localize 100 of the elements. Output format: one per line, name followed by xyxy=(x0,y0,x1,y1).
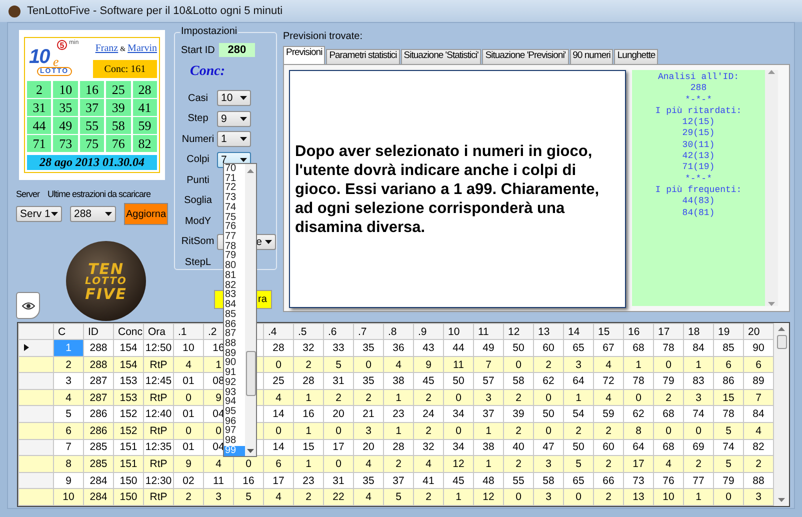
table-cell: 4 xyxy=(414,456,444,472)
table-cell: 3 xyxy=(54,372,84,390)
tab[interactable]: Situazione 'Statistici' xyxy=(400,49,482,64)
draw-date: 28 ago 2013 01.30.04 xyxy=(27,155,157,170)
dropdown-option[interactable]: 84 xyxy=(224,300,245,310)
dropdown-option[interactable]: 79 xyxy=(224,251,245,262)
table-cell: 79 xyxy=(654,372,684,390)
dropdown-option[interactable]: 82 xyxy=(224,280,245,290)
app-icon xyxy=(8,4,21,18)
table-cell: 4 xyxy=(354,456,384,472)
caret-icon xyxy=(240,116,247,121)
column-header: .7 xyxy=(354,324,384,340)
dropdown-option[interactable]: 71 xyxy=(224,174,245,184)
select-box[interactable]: 10 xyxy=(217,90,251,106)
select-box[interactable]: 9 xyxy=(217,110,251,127)
dropdown-option[interactable]: 74 xyxy=(224,202,245,213)
number-cell: 28 xyxy=(132,81,157,98)
table-cell: 0 xyxy=(264,422,294,440)
table-cell: 25 xyxy=(264,372,294,390)
column-header: .8 xyxy=(384,324,414,340)
table-cell: 0 xyxy=(654,356,684,373)
table-cell: 38 xyxy=(384,372,414,390)
table-cell: 0 xyxy=(624,389,654,406)
server-select[interactable]: Serv 1 xyxy=(16,206,62,222)
table-cell: 12:50 xyxy=(144,340,174,356)
tab[interactable]: 90 numeri xyxy=(570,49,614,64)
field-label: Start ID xyxy=(181,44,215,56)
table-cell: 1 xyxy=(564,389,594,406)
number-cell: 59 xyxy=(132,117,157,134)
table-cell: 7 xyxy=(474,356,504,373)
analysis-line: 12(15) xyxy=(682,117,715,128)
view-button[interactable] xyxy=(16,292,40,319)
table-cell: 3 xyxy=(534,456,564,472)
table-cell: 4 xyxy=(174,356,204,373)
section-heading: Conc: xyxy=(190,64,226,80)
dropdown-option[interactable]: 80 xyxy=(224,261,245,271)
draws-select[interactable]: 288 xyxy=(70,206,116,222)
table-cell: 9 xyxy=(414,356,444,373)
caret-icon xyxy=(265,240,272,244)
number-cell: 41 xyxy=(132,99,157,116)
table-cell: 8 xyxy=(624,422,654,440)
tab[interactable]: Lunghette xyxy=(614,49,658,64)
table-cell: 28 xyxy=(294,372,324,390)
tab[interactable]: Situazione 'Previsioni' xyxy=(482,49,569,64)
column-header: .1 xyxy=(174,324,204,340)
table-cell: 64 xyxy=(564,372,594,390)
logo-badge: 5 xyxy=(57,40,67,50)
scroll-thumb[interactable] xyxy=(776,335,787,349)
scroll-up-icon xyxy=(778,327,786,331)
column-header: 15 xyxy=(594,324,624,340)
table-cell: 2 xyxy=(684,456,714,472)
table-cell: 1 xyxy=(684,488,714,506)
dropdown-option[interactable]: 75 xyxy=(224,212,245,222)
dropdown-option[interactable]: 81 xyxy=(224,270,245,281)
number-cell: 16 xyxy=(80,81,104,98)
eye-icon xyxy=(22,302,34,310)
table-cell: 4 xyxy=(594,356,624,373)
table-cell: RtP xyxy=(144,356,174,373)
table-cell: 13 xyxy=(624,488,654,506)
table-cell: 10 xyxy=(174,340,204,356)
start-id-field[interactable]: 280 xyxy=(218,43,255,57)
dropdown-option[interactable]: 78 xyxy=(224,242,245,252)
table-cell: 153 xyxy=(114,389,144,406)
table-cell: 9 xyxy=(174,456,204,472)
tab[interactable]: Parametri statistici xyxy=(326,49,400,64)
table-cell: 1 xyxy=(294,389,324,406)
column-header: Ora xyxy=(144,324,174,340)
update-button[interactable]: Aggiorna xyxy=(124,203,168,225)
table-cell: 62 xyxy=(534,372,564,390)
dropdown-option[interactable]: 85 xyxy=(224,310,245,320)
table-cell: 152 xyxy=(114,422,144,440)
dropdown-option[interactable]: 76 xyxy=(224,222,245,232)
table-cell: 151 xyxy=(114,456,144,472)
dropdown-option[interactable]: 72 xyxy=(224,183,245,194)
column-header: .5 xyxy=(294,324,324,340)
author-link[interactable]: Marvin xyxy=(128,43,157,54)
table-cell: 288 xyxy=(84,340,114,356)
table-cell: 1 xyxy=(54,340,84,356)
author-link[interactable]: Franz xyxy=(95,43,118,54)
scroll-thumb[interactable] xyxy=(246,351,256,396)
caret-icon xyxy=(105,212,112,216)
column-header: 12 xyxy=(504,324,534,340)
dropdown-option[interactable]: 77 xyxy=(224,232,245,242)
table-cell: 57 xyxy=(474,372,504,390)
table-cell: 2 xyxy=(54,356,84,373)
table-cell: 01 xyxy=(174,372,204,390)
table-cell: 287 xyxy=(84,372,114,390)
scroll-up-icon xyxy=(247,169,254,173)
table-cell: 60 xyxy=(534,340,564,356)
dropdown-option[interactable]: 73 xyxy=(224,193,245,203)
dropdown-option[interactable]: 83 xyxy=(224,290,245,300)
table-cell: 0 xyxy=(654,422,684,440)
table-cell: 4 xyxy=(264,389,294,406)
logo-text: FIVE xyxy=(85,286,127,300)
tab[interactable]: Previsioni xyxy=(283,46,326,64)
table-cell: 50 xyxy=(444,372,474,390)
table-cell: 65 xyxy=(564,340,594,356)
select-box[interactable]: 1 xyxy=(217,131,251,148)
table-cell: 11 xyxy=(444,356,474,373)
table-cell: 2 xyxy=(504,422,534,440)
